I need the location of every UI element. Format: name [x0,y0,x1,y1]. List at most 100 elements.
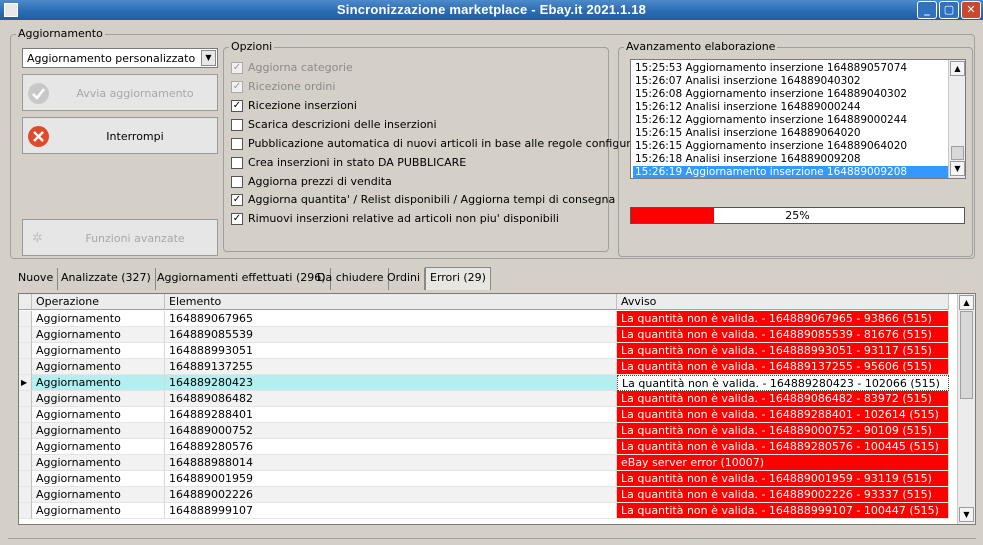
table-row[interactable]: Aggiornamento 164889000752 La quantità non… [19,423,959,439]
progress-log-list[interactable]: 15:25:53 Aggiornamento inserzione 164889… [630,59,966,179]
grid-scrollbar[interactable]: ▲ ▼ [957,294,975,524]
cell-elemento[interactable]: 164889288401 [165,407,617,423]
table-row[interactable]: Aggiornamento 164889067965 La quantità non… [19,311,959,327]
table-row[interactable]: Aggiornamento 164888999107 La quantità non… [19,503,959,519]
table-row[interactable]: Aggiornamento 164889086482 La quantità non… [19,391,959,407]
row-indicator[interactable] [19,343,32,359]
table-row[interactable]: Aggiornamento 164889085539 La quantità non… [19,327,959,343]
grid-header-elemento[interactable]: Elemento [165,294,617,310]
row-indicator[interactable] [19,487,32,503]
cell-operazione[interactable]: Aggiornamento [32,503,165,519]
cell-elemento[interactable]: 164889280576 [165,439,617,455]
scroll-thumb[interactable] [960,311,973,399]
grid-header-avviso[interactable]: Avviso [617,294,949,310]
log-line[interactable]: 15:26:12 Aggiornamento inserzione 164889… [633,114,951,127]
start-update-button[interactable]: Avvia aggiornamento [22,74,218,111]
close-button[interactable]: ✕ [961,1,981,19]
row-indicator[interactable] [19,311,32,327]
stop-button[interactable]: Interrompi [22,117,218,154]
cell-elemento[interactable]: 164889086482 [165,391,617,407]
table-row[interactable]: Aggiornamento 164888993051 La quantità non… [19,343,959,359]
log-line-selected[interactable]: 15:26:19 Aggiornamento inserzione 164889… [633,166,951,178]
cell-operazione[interactable]: Aggiornamento [32,471,165,487]
tab-ordini[interactable]: Ordini [383,268,426,290]
table-row[interactable]: Aggiornamento 164889137255 La quantità non… [19,359,959,375]
cell-avviso[interactable]: La quantità non è valida. - 164889288401… [617,407,949,423]
cell-elemento[interactable]: 164888999107 [165,503,617,519]
cell-elemento[interactable]: 164889137255 [165,359,617,375]
row-indicator[interactable] [19,471,32,487]
scroll-up-icon[interactable]: ▲ [959,295,974,310]
table-row[interactable]: Aggiornamento 164888988014 eBay server err… [19,455,959,471]
cell-operazione[interactable]: Aggiornamento [32,423,165,439]
scroll-down-icon[interactable]: ▼ [959,507,974,522]
chevron-down-icon[interactable]: ▼ [201,50,216,66]
cell-elemento[interactable]: 164889002226 [165,487,617,503]
tab-aggiornamenti-effettuati[interactable]: Aggiornamenti effettuati (296) [153,268,331,290]
cell-elemento[interactable]: 164889085539 [165,327,617,343]
cell-operazione[interactable]: Aggiornamento [32,327,165,343]
cell-avviso[interactable]: La quantità non è valida. - 164889002226… [617,487,949,503]
table-row[interactable]: ▶ Aggiornamento 164889280423 La quantità no… [19,375,959,391]
log-line[interactable]: 15:26:15 Analisi inserzione 164889064020 [633,127,951,140]
log-line[interactable]: 15:26:12 Analisi inserzione 164889000244 [633,101,951,114]
cell-avviso[interactable]: La quantità non è valida. - 164889067965… [617,311,949,327]
cell-elemento[interactable]: 164889000752 [165,423,617,439]
cell-avviso[interactable]: La quantità non è valida. - 164889000752… [617,423,949,439]
advanced-functions-button[interactable]: ✲ Funzioni avanzate [22,219,218,256]
row-pointer-icon[interactable]: ▶ [19,375,32,391]
cell-operazione[interactable]: Aggiornamento [32,359,165,375]
log-line[interactable]: 15:26:07 Analisi inserzione 164889040302 [633,75,951,88]
row-indicator[interactable] [19,327,32,343]
table-row[interactable]: Aggiornamento 164889280576 La quantità non… [19,439,959,455]
cell-avviso[interactable]: La quantità non è valida. - 164888999107… [617,503,949,519]
cell-operazione[interactable]: Aggiornamento [32,343,165,359]
scroll-down-icon[interactable]: ▼ [950,161,965,176]
row-indicator[interactable] [19,391,32,407]
log-line[interactable]: 15:26:15 Aggiornamento inserzione 164889… [633,140,951,153]
cell-avviso[interactable]: La quantità non è valida. - 164889137255… [617,359,949,375]
cell-elemento[interactable]: 164888993051 [165,343,617,359]
cell-operazione[interactable]: Aggiornamento [32,391,165,407]
row-indicator[interactable] [19,407,32,423]
row-indicator[interactable] [19,439,32,455]
scroll-up-icon[interactable]: ▲ [950,61,965,76]
log-line[interactable]: 15:26:08 Aggiornamento inserzione 164889… [633,88,951,101]
update-mode-select[interactable]: Aggiornamento personalizzato ▼ [22,48,218,68]
cell-operazione[interactable]: Aggiornamento [32,487,165,503]
errors-grid[interactable]: Operazione Elemento Avviso Aggiornamento… [18,293,976,525]
cell-operazione[interactable]: Aggiornamento [32,407,165,423]
cell-avviso[interactable]: La quantità non è valida. - 164889001959… [617,471,949,487]
log-line[interactable]: 15:25:53 Aggiornamento inserzione 164889… [633,62,951,75]
grid-header-operazione[interactable]: Operazione [32,294,165,310]
table-row[interactable]: Aggiornamento 164889001959 La quantità non… [19,471,959,487]
cell-avviso[interactable]: La quantità non è valida. - 164889086482… [617,391,949,407]
cell-elemento[interactable]: 164889280423 [165,375,617,391]
log-line[interactable]: 15:26:18 Analisi inserzione 164889009208 [633,153,951,166]
cell-avviso[interactable]: La quantità non è valida. - 164888993051… [617,343,949,359]
cell-avviso[interactable]: La quantità non è valida. - 164889280423… [617,375,949,391]
table-row[interactable]: Aggiornamento 164889002226 La quantità non… [19,487,959,503]
cell-operazione[interactable]: Aggiornamento [32,439,165,455]
row-indicator[interactable] [19,503,32,519]
row-indicator[interactable] [19,359,32,375]
minimize-button[interactable]: _ [917,1,937,19]
tab-analizzate[interactable]: Analizzate (327) [57,268,156,290]
cell-elemento[interactable]: 164888988014 [165,455,617,471]
maximize-button[interactable]: ▢ [939,1,959,19]
cell-elemento[interactable]: 164889067965 [165,311,617,327]
tab-errori[interactable]: Errori (29) [425,267,491,290]
cell-operazione[interactable]: Aggiornamento [32,311,165,327]
tab-da-chiudere[interactable]: Da chiudere [313,268,389,290]
cell-operazione[interactable]: Aggiornamento [32,375,165,391]
cell-avviso[interactable]: eBay server error (10007) [617,455,949,471]
tab-nuove[interactable]: Nuove [14,268,59,290]
row-indicator[interactable] [19,455,32,471]
scroll-thumb[interactable] [951,146,964,160]
log-scrollbar[interactable]: ▲ ▼ [948,60,965,178]
row-indicator[interactable] [19,423,32,439]
table-row[interactable]: Aggiornamento 164889288401 La quantità non… [19,407,959,423]
cell-operazione[interactable]: Aggiornamento [32,455,165,471]
cell-avviso[interactable]: La quantità non è valida. - 164889085539… [617,327,949,343]
cell-elemento[interactable]: 164889001959 [165,471,617,487]
